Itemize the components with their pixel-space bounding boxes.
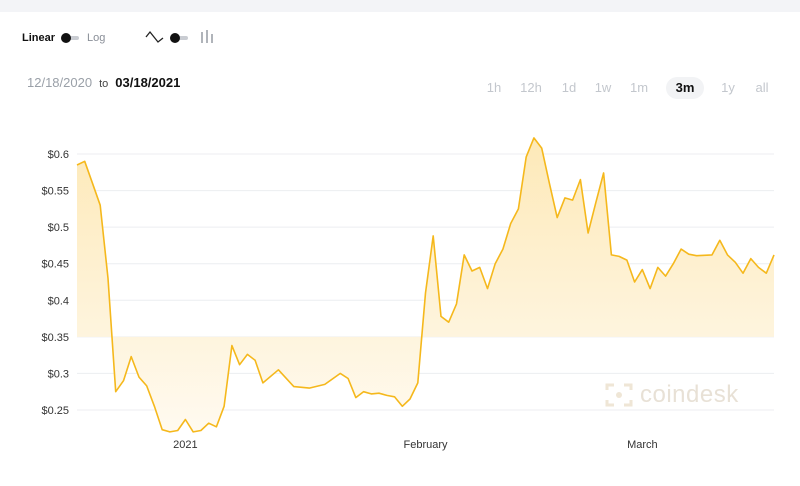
x-tick-label: March: [627, 439, 658, 451]
coindesk-watermark: coindesk: [604, 380, 739, 410]
y-tick-label: $0.3: [48, 368, 69, 380]
y-tick-label: $0.45: [41, 259, 69, 271]
x-tick-label: February: [403, 439, 448, 451]
coindesk-logo-icon: [605, 383, 633, 407]
watermark-text: coindesk: [640, 381, 739, 408]
x-tick-label: 2021: [173, 439, 197, 451]
y-tick-label: $0.55: [41, 186, 69, 198]
price-chart: $0.25 $0.3 $0.35 $0.4 $0.45 $0.5 $0.55 $0.6 2021…: [41, 137, 775, 451]
y-tick-label: $0.5: [48, 222, 69, 234]
y-tick-label: $0.6: [48, 149, 69, 161]
y-tick-label: $0.35: [41, 332, 69, 344]
y-tick-label: $0.4: [48, 295, 69, 307]
y-tick-label: $0.25: [41, 405, 69, 417]
